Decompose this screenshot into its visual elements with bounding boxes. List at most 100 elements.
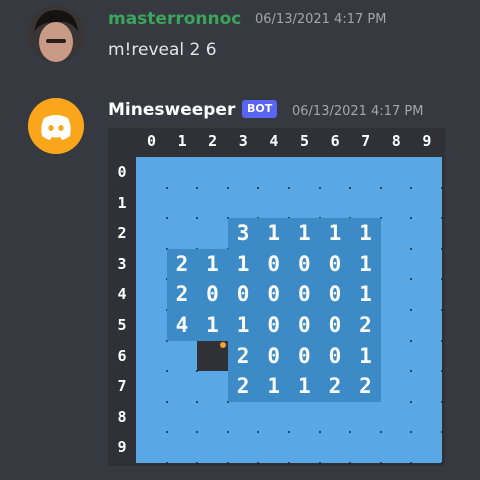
row-label: 0 [117, 163, 127, 181]
username[interactable]: Minesweeper [108, 100, 235, 120]
revealed-cell: 0 [289, 340, 320, 372]
column-label: 0 [146, 132, 157, 150]
hidden-cell [411, 188, 443, 219]
hidden-cell [320, 188, 351, 219]
hidden-cell [411, 279, 443, 311]
hidden-cell [381, 371, 412, 403]
revealed-cell: 2 [227, 340, 259, 372]
revealed-cell: 1 [289, 218, 320, 249]
revealed-cell: 1 [350, 340, 381, 372]
revealed-cell: 2 [227, 371, 259, 402]
row-label: 9 [117, 438, 127, 457]
hidden-cell [167, 371, 198, 403]
revealed-cell: 0 [289, 248, 320, 280]
hidden-cell [411, 432, 443, 464]
bot-badge: BOT [242, 100, 278, 118]
revealed-cell: 2 [166, 248, 198, 280]
hidden-cell [381, 188, 412, 219]
hidden-cell [136, 218, 168, 250]
row-label: 5 [117, 316, 127, 334]
hidden-cell [136, 279, 168, 311]
hidden-cell [381, 402, 412, 433]
timestamp: 06/13/2021 4:17 PM [292, 104, 424, 119]
hidden-cell [350, 432, 382, 464]
hidden-cell [136, 310, 168, 342]
hidden-cell [197, 188, 229, 219]
hidden-cell [228, 157, 259, 189]
exploded-mine-cell [197, 340, 228, 372]
revealed-cell: 1 [197, 310, 228, 341]
hidden-cell [411, 218, 443, 250]
revealed-cell: 2 [350, 371, 381, 402]
hidden-cell [136, 432, 168, 464]
revealed-cell: 1 [350, 218, 381, 249]
revealed-cell: 4 [166, 310, 198, 341]
row-label: 7 [117, 377, 127, 396]
revealed-cell: 2 [166, 279, 198, 310]
hidden-cell [197, 157, 229, 189]
user-avatar[interactable] [28, 6, 84, 62]
hidden-cell [289, 402, 321, 433]
hidden-cell [258, 402, 290, 433]
column-label: 2 [208, 132, 218, 150]
revealed-cell: 1 [319, 218, 351, 249]
column-label: 1 [177, 132, 187, 150]
hidden-cell [167, 218, 198, 250]
revealed-cell: 0 [319, 279, 351, 310]
hidden-cell [228, 188, 259, 219]
timestamp: 06/13/2021 4:17 PM [255, 12, 387, 27]
column-label: 3 [238, 132, 248, 150]
revealed-cell: 0 [258, 248, 289, 280]
hidden-cell [289, 432, 321, 464]
revealed-cell: 0 [258, 340, 289, 372]
column-label: 4 [269, 132, 279, 150]
hidden-cell [350, 157, 382, 189]
revealed-cell: 0 [319, 310, 351, 341]
hidden-cell [136, 402, 168, 433]
revealed-cell: 1 [197, 248, 228, 280]
username[interactable]: masterronnoc [108, 9, 241, 29]
hidden-cell [381, 218, 412, 250]
hidden-cell [411, 310, 443, 342]
hidden-cell [167, 188, 198, 219]
revealed-cell: 1 [350, 279, 381, 310]
hidden-cell [197, 218, 229, 250]
row-label: 3 [117, 254, 127, 273]
message-content: m!reveal 2 6 [108, 40, 217, 60]
hidden-cell [320, 432, 351, 464]
bot-avatar[interactable] [28, 98, 84, 154]
hidden-cell [136, 249, 168, 280]
hidden-cell [350, 188, 382, 219]
hidden-cell [197, 402, 229, 433]
hidden-cell [197, 432, 229, 464]
hidden-cell [411, 371, 443, 403]
revealed-cell: 1 [227, 310, 259, 341]
hidden-cell [289, 188, 321, 219]
column-label: 7 [361, 132, 371, 150]
revealed-cell: 3 [227, 218, 259, 249]
hidden-cell [167, 432, 198, 464]
revealed-cell: 0 [289, 310, 320, 341]
row-label: 6 [117, 346, 127, 365]
column-label: 5 [299, 132, 310, 150]
hidden-cell [381, 157, 412, 189]
revealed-cell: 2 [350, 310, 381, 341]
revealed-cell: 0 [319, 248, 351, 280]
row-label: 1 [117, 193, 127, 212]
hidden-cell [411, 157, 443, 189]
hidden-cell [381, 249, 412, 280]
row-label: 4 [117, 285, 127, 304]
revealed-cell: 0 [258, 310, 289, 341]
hidden-cell [320, 402, 351, 433]
board-field: 311112110001200000141100022000121122 [136, 157, 443, 464]
minesweeper-board: 0123456789 0123456789 311112110001200000… [108, 128, 445, 466]
fuse-spark-icon [219, 341, 226, 348]
hidden-cell [258, 188, 290, 219]
revealed-cell: 1 [289, 371, 320, 402]
hidden-cell [136, 371, 168, 403]
revealed-cell: 1 [258, 371, 289, 402]
revealed-cell: 0 [197, 279, 228, 310]
hidden-cell [136, 188, 168, 219]
row-label: 2 [117, 224, 127, 243]
hidden-cell [320, 157, 351, 189]
